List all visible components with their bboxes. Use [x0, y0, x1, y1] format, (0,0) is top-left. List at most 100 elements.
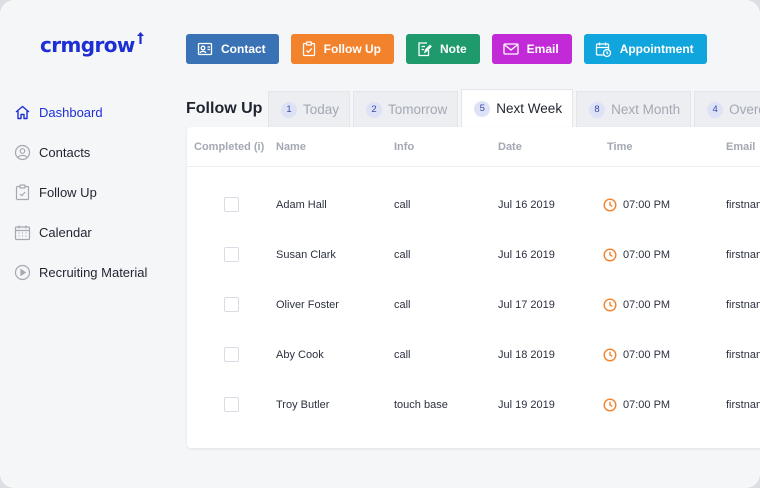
row-name: Susan Clark: [276, 249, 336, 261]
tab-label: Today: [303, 102, 340, 117]
row-email: firstnam: [726, 249, 760, 261]
crmgrow-logo[interactable]: crmgrow: [40, 32, 145, 57]
row-info: call: [394, 349, 411, 361]
tab-count-badge: 5: [474, 100, 491, 117]
column-header-info[interactable]: Info: [394, 141, 414, 153]
clock-icon: [603, 298, 617, 312]
row-info: call: [394, 249, 411, 261]
completed-checkbox[interactable]: [224, 347, 239, 362]
table-row[interactable]: Adam Hall call Jul 16 2019 07:00 PM firs…: [187, 182, 760, 232]
email-button[interactable]: Email: [491, 34, 572, 64]
contact-button-label: Contact: [221, 42, 266, 56]
row-date: Jul 16 2019: [498, 199, 555, 211]
follow-up-title: Follow Up: [186, 100, 263, 117]
row-date: Jul 16 2019: [498, 249, 555, 261]
contact-card-icon: [197, 42, 213, 56]
logo-text: crmgrow: [40, 33, 135, 57]
play-circle-icon: [14, 264, 31, 281]
sidebar-item-label: Calendar: [39, 224, 92, 240]
clipboard-icon: [302, 41, 315, 57]
calendar-clock-icon: [595, 42, 611, 57]
row-email: firstnam: [726, 299, 760, 311]
tab-next-month[interactable]: 8 Next Month: [576, 91, 692, 127]
row-date: Jul 19 2019: [498, 399, 555, 411]
user-circle-icon: [14, 144, 31, 161]
clock-icon: [603, 248, 617, 262]
follow-up-table: Completed (i) Name Info Date Time Email …: [187, 127, 760, 448]
contact-button[interactable]: Contact: [186, 34, 279, 64]
row-time: 07:00 PM: [623, 399, 671, 411]
row-name: Troy Butler: [276, 399, 330, 411]
row-date: Jul 17 2019: [498, 299, 555, 311]
sidebar-item-label: Dashboard: [39, 104, 103, 120]
column-header-email[interactable]: Email: [726, 141, 755, 153]
tab-label: Tomorrow: [388, 102, 448, 117]
completed-checkbox[interactable]: [224, 197, 239, 212]
clock-icon: [603, 348, 617, 362]
row-name: Oliver Foster: [276, 299, 339, 311]
sidebar-nav: Dashboard Contacts Follow Up Calendar Re…: [14, 92, 147, 292]
row-info: call: [394, 199, 411, 211]
appointment-button-label: Appointment: [619, 42, 694, 56]
tab-next-week[interactable]: 5 Next Week: [461, 89, 574, 127]
tab-overdue[interactable]: 4 Overdue: [694, 91, 760, 127]
note-button[interactable]: Note: [406, 34, 480, 64]
tab-label: Next Week: [496, 101, 563, 116]
column-header-completed[interactable]: Completed (i): [194, 141, 264, 153]
tab-tomorrow[interactable]: 2 Tomorrow: [353, 91, 459, 127]
sidebar-item-recruiting-material[interactable]: Recruiting Material: [14, 252, 147, 292]
tab-today[interactable]: 1 Today: [268, 91, 351, 127]
row-email: firstnam: [726, 199, 760, 211]
row-time: 07:00 PM: [623, 249, 671, 261]
sidebar-item-label: Contacts: [39, 144, 91, 160]
note-edit-icon: [418, 42, 432, 57]
row-info: touch base: [394, 399, 448, 411]
sidebar-item-calendar[interactable]: Calendar: [14, 212, 147, 252]
calendar-icon: [14, 224, 31, 241]
row-date: Jul 18 2019: [498, 349, 555, 361]
row-email: firstnam: [726, 399, 760, 411]
tab-label: Overdue: [729, 102, 760, 117]
row-time: 07:00 PM: [623, 349, 671, 361]
table-row[interactable]: Oliver Foster call Jul 17 2019 07:00 PM …: [187, 282, 760, 332]
app-window: crmgrow Contact Follow Up Note Email App…: [0, 0, 760, 488]
row-name: Adam Hall: [276, 199, 327, 211]
row-info: call: [394, 299, 411, 311]
sidebar-item-follow-up[interactable]: Follow Up: [14, 172, 147, 212]
completed-checkbox[interactable]: [224, 297, 239, 312]
logo-arrow-icon: [136, 32, 144, 44]
column-header-date[interactable]: Date: [498, 141, 522, 153]
clock-icon: [603, 198, 617, 212]
row-time: 07:00 PM: [623, 199, 671, 211]
row-email: firstnam: [726, 349, 760, 361]
clipboard-icon: [14, 183, 31, 201]
sidebar-item-label: Follow Up: [39, 184, 97, 200]
sidebar-item-contacts[interactable]: Contacts: [14, 132, 147, 172]
follow-up-button[interactable]: Follow Up: [290, 34, 394, 64]
email-button-label: Email: [526, 42, 559, 56]
row-time: 07:00 PM: [623, 299, 671, 311]
tab-label: Next Month: [611, 102, 681, 117]
tab-count-badge: 1: [281, 101, 297, 118]
note-button-label: Note: [440, 42, 467, 56]
tab-count-badge: 2: [366, 101, 383, 118]
completed-checkbox[interactable]: [224, 397, 239, 412]
column-header-name[interactable]: Name: [276, 141, 306, 153]
tab-count-badge: 4: [707, 101, 724, 118]
home-icon: [14, 104, 31, 121]
envelope-icon: [503, 43, 519, 55]
table-row[interactable]: Susan Clark call Jul 16 2019 07:00 PM fi…: [187, 232, 760, 282]
tab-count-badge: 8: [589, 101, 606, 118]
sidebar-item-label: Recruiting Material: [39, 264, 148, 280]
quick-action-toolbar: Contact Follow Up Note Email Appointment: [186, 34, 707, 64]
sidebar-item-dashboard[interactable]: Dashboard: [14, 92, 147, 132]
appointment-button[interactable]: Appointment: [583, 34, 707, 64]
completed-checkbox[interactable]: [224, 247, 239, 262]
follow-up-button-label: Follow Up: [323, 42, 381, 56]
clock-icon: [603, 398, 617, 412]
table-row[interactable]: Troy Butler touch base Jul 19 2019 07:00…: [187, 382, 760, 432]
table-header: Completed (i) Name Info Date Time Email: [187, 127, 760, 167]
follow-up-tabs: 1 Today 2 Tomorrow 5 Next Week 8 Next Mo…: [268, 89, 760, 127]
table-row[interactable]: Aby Cook call Jul 18 2019 07:00 PM first…: [187, 332, 760, 382]
column-header-time[interactable]: Time: [607, 141, 632, 153]
